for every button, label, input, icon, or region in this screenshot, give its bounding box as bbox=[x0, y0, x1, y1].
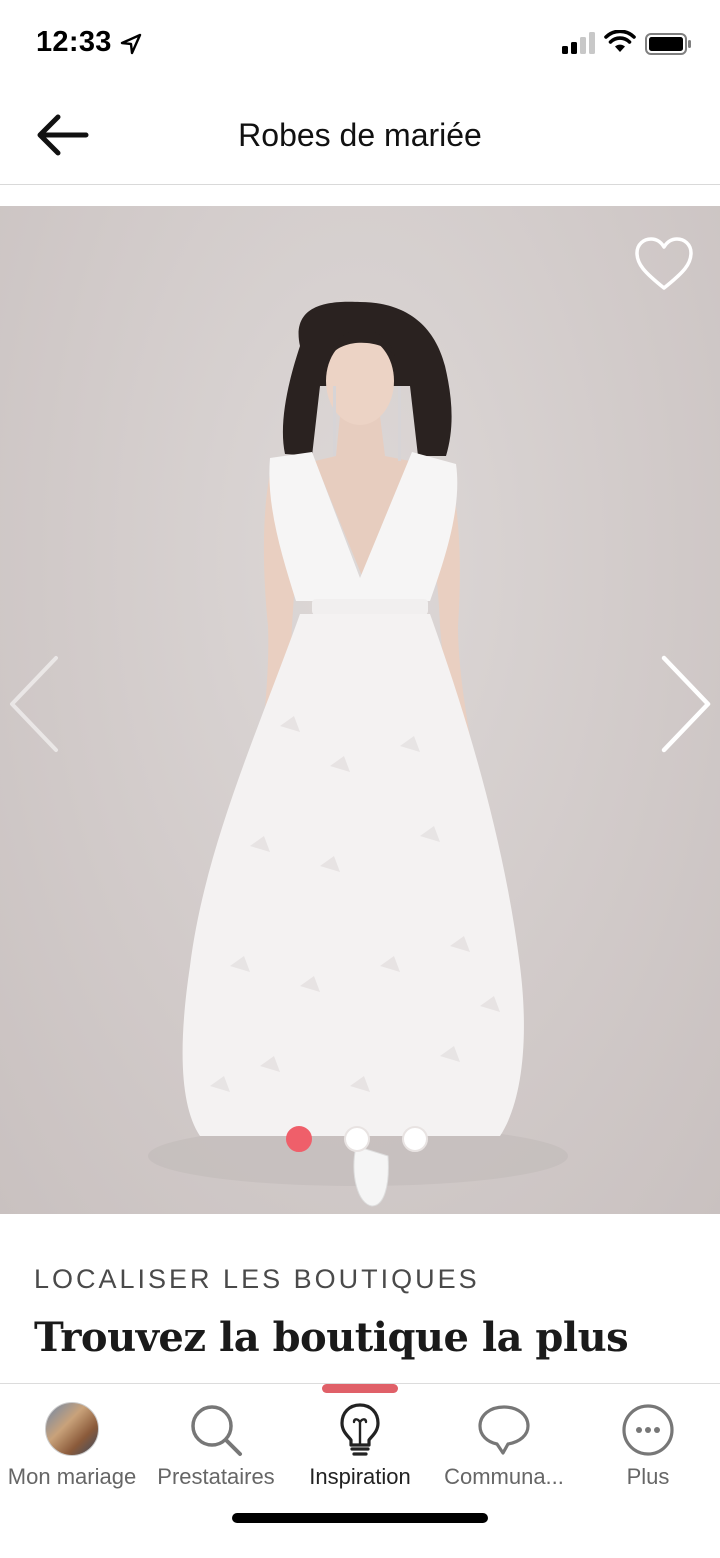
tab-communaute[interactable]: Communa... bbox=[432, 1400, 576, 1500]
status-bar: 12:33 bbox=[0, 0, 720, 90]
search-icon bbox=[191, 1405, 242, 1456]
tab-label: Mon mariage bbox=[7, 1464, 137, 1489]
pagination-dot[interactable] bbox=[286, 1126, 312, 1152]
pagination-dot[interactable] bbox=[344, 1126, 370, 1152]
bottom-tab-bar: Mon mariage Prestataires Inspiration Com… bbox=[0, 1383, 720, 1558]
cellular-signal-icon bbox=[562, 32, 595, 54]
tab-prestataires[interactable]: Prestataires bbox=[144, 1400, 288, 1500]
wedding-dress-photo bbox=[148, 301, 568, 1207]
tab-mon-mariage[interactable]: Mon mariage bbox=[0, 1400, 144, 1500]
nav-header: Robes de mariée bbox=[0, 90, 720, 185]
section-label: LOCALISER LES BOUTIQUES bbox=[34, 1264, 480, 1294]
page-title: Robes de mariée bbox=[238, 117, 482, 153]
more-icon bbox=[622, 1404, 674, 1456]
tab-label: Inspiration bbox=[309, 1464, 411, 1489]
status-time: 12:33 bbox=[36, 26, 112, 58]
chat-bubble-icon bbox=[478, 1405, 530, 1455]
wifi-icon bbox=[604, 30, 636, 52]
avatar bbox=[45, 1402, 99, 1456]
home-indicator bbox=[232, 1513, 488, 1523]
location-arrow-icon bbox=[120, 33, 142, 55]
pagination-dot[interactable] bbox=[402, 1126, 428, 1152]
favorite-button[interactable] bbox=[634, 236, 694, 292]
tab-plus[interactable]: Plus bbox=[576, 1400, 720, 1500]
chevron-right-icon bbox=[661, 655, 711, 753]
active-tab-indicator bbox=[322, 1384, 398, 1393]
tab-label: Communa... bbox=[444, 1464, 564, 1489]
photo-carousel[interactable] bbox=[0, 206, 720, 1214]
next-slide-button[interactable] bbox=[656, 654, 714, 754]
battery-icon bbox=[645, 33, 691, 55]
chevron-left-icon bbox=[10, 656, 58, 752]
lightbulb-icon bbox=[340, 1403, 380, 1456]
section-headline: Trouvez la boutique la plus bbox=[34, 1314, 629, 1361]
tab-label: Plus bbox=[626, 1464, 670, 1489]
carousel-pagination bbox=[286, 1126, 428, 1152]
tab-inspiration[interactable]: Inspiration bbox=[288, 1400, 432, 1500]
heart-icon bbox=[635, 237, 693, 290]
previous-slide-button[interactable] bbox=[6, 654, 64, 754]
tab-label: Prestataires bbox=[157, 1464, 275, 1489]
